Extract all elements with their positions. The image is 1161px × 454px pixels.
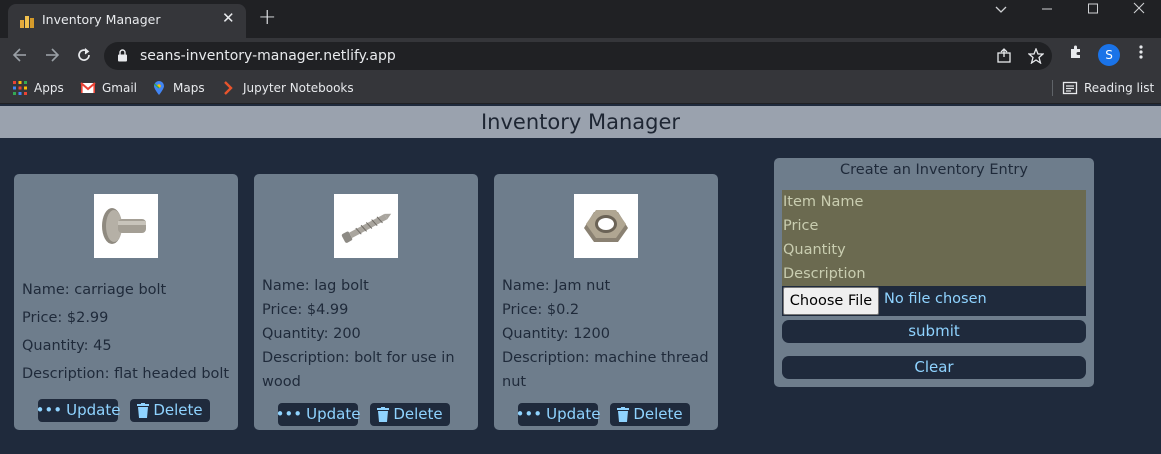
delete-button[interactable]: Delete xyxy=(130,399,210,422)
bookmark-star-icon[interactable] xyxy=(1028,48,1044,64)
more-dots-icon: ••• xyxy=(515,405,543,423)
item-description: Description: flat headed bolt xyxy=(22,366,230,382)
bookmark-maps[interactable]: Maps xyxy=(151,79,205,97)
bookmarks-bar: Apps Gmail Maps Jupyter Notebooks Readin… xyxy=(0,72,1161,104)
delete-button[interactable]: Delete xyxy=(370,403,450,426)
maximize-icon[interactable] xyxy=(1070,0,1116,30)
item-name: Name: carriage bolt xyxy=(22,282,167,298)
bookmark-apps[interactable]: Apps xyxy=(12,79,64,97)
profile-avatar[interactable]: S xyxy=(1098,44,1120,66)
update-button[interactable]: ••• Update xyxy=(35,399,120,422)
reading-list-icon xyxy=(1062,81,1078,95)
description-input[interactable] xyxy=(782,262,1086,286)
maps-pin-icon xyxy=(154,81,164,95)
item-name: Name: lag bolt xyxy=(262,278,369,294)
submit-button[interactable]: submit xyxy=(782,320,1086,343)
forward-arrow-icon[interactable] xyxy=(40,43,64,67)
apps-grid-icon xyxy=(13,81,27,95)
inventory-card: Name: carriage bolt Price: $2.99 Quantit… xyxy=(14,174,238,430)
file-upload: Choose File No file chosen xyxy=(782,286,1086,316)
item-description: Description: bolt for use in wood xyxy=(262,350,455,390)
bookmark-label: Gmail xyxy=(102,81,138,95)
carriage-bolt-icon xyxy=(102,208,146,244)
address-bar[interactable]: seans-inventory-manager.netlify.app xyxy=(104,42,1052,70)
item-image xyxy=(94,194,158,258)
more-dots-icon: ••• xyxy=(275,405,303,423)
price-input[interactable] xyxy=(782,214,1086,238)
inventory-favicon-icon xyxy=(20,16,34,28)
item-image xyxy=(574,194,638,258)
update-button[interactable]: ••• Update xyxy=(515,403,600,426)
item-image xyxy=(334,194,398,258)
close-window-icon[interactable] xyxy=(1116,0,1161,30)
item-quantity: Quantity: 1200 xyxy=(502,326,610,342)
create-entry-form: Create an Inventory Entry Choose File No… xyxy=(774,158,1094,387)
page-title: Inventory Manager xyxy=(480,110,681,134)
bookmark-gmail[interactable]: Gmail xyxy=(80,79,137,97)
bookmark-label: Jupyter Notebooks xyxy=(243,81,354,95)
inventory-card: Name: lag bolt Price: $4.99 Quantity: 20… xyxy=(254,174,478,430)
reload-icon[interactable] xyxy=(72,43,96,67)
trash-icon xyxy=(617,407,630,422)
form-inputs xyxy=(782,190,1086,286)
clear-button[interactable]: Clear xyxy=(782,356,1086,379)
browser-tabstrip: Inventory Manager ✕ + xyxy=(0,0,1161,38)
form-title: Create an Inventory Entry xyxy=(840,162,1028,178)
jam-nut-icon xyxy=(584,210,628,242)
item-price: Price: $0.2 xyxy=(502,302,580,318)
tab-title: Inventory Manager xyxy=(42,12,161,27)
url-text: seans-inventory-manager.netlify.app xyxy=(140,48,396,64)
extensions-puzzle-icon[interactable] xyxy=(1068,44,1084,60)
back-arrow-icon[interactable] xyxy=(8,43,32,67)
tab-search-icon[interactable] xyxy=(978,0,1024,30)
trash-icon xyxy=(137,403,150,418)
trash-icon xyxy=(377,407,390,422)
more-dots-icon: ••• xyxy=(35,401,63,419)
item-price: Price: $4.99 xyxy=(262,302,349,318)
share-icon[interactable] xyxy=(996,48,1012,64)
item-description: Description: machine thread nut xyxy=(502,350,709,390)
new-tab-icon[interactable]: + xyxy=(258,5,276,30)
quantity-input[interactable] xyxy=(782,238,1086,262)
minimize-icon[interactable] xyxy=(1024,0,1070,30)
bookmark-jupyter[interactable]: Jupyter Notebooks xyxy=(221,79,354,97)
gmail-icon xyxy=(80,82,96,93)
reading-list[interactable]: Reading list xyxy=(1062,79,1154,97)
item-price: Price: $2.99 xyxy=(22,310,109,326)
lock-icon xyxy=(118,49,127,62)
item-quantity: Quantity: 45 xyxy=(22,338,112,354)
browser-toolbar: seans-inventory-manager.netlify.app S xyxy=(0,38,1161,72)
reading-list-label: Reading list xyxy=(1084,81,1155,95)
page-header: Inventory Manager xyxy=(0,106,1161,138)
no-file-label: No file chosen xyxy=(884,291,987,307)
delete-button[interactable]: Delete xyxy=(610,403,690,426)
lag-bolt-icon xyxy=(341,213,392,243)
tab-close-icon[interactable]: ✕ xyxy=(222,9,235,27)
jupyter-bookmark-icon xyxy=(224,81,233,95)
more-menu-icon[interactable] xyxy=(1134,44,1148,60)
update-button[interactable]: ••• Update xyxy=(275,403,360,426)
item-quantity: Quantity: 200 xyxy=(262,326,361,342)
inventory-card: Name: Jam nut Price: $0.2 Quantity: 1200… xyxy=(494,174,718,430)
bookmark-label: Maps xyxy=(173,81,205,95)
item-name-input[interactable] xyxy=(782,190,1086,214)
item-name: Name: Jam nut xyxy=(502,278,611,294)
bookmark-label: Apps xyxy=(34,81,64,95)
browser-tab[interactable]: Inventory Manager ✕ xyxy=(8,4,246,38)
bookmarks-divider xyxy=(1052,80,1053,96)
choose-file-button[interactable]: Choose File xyxy=(783,287,879,315)
